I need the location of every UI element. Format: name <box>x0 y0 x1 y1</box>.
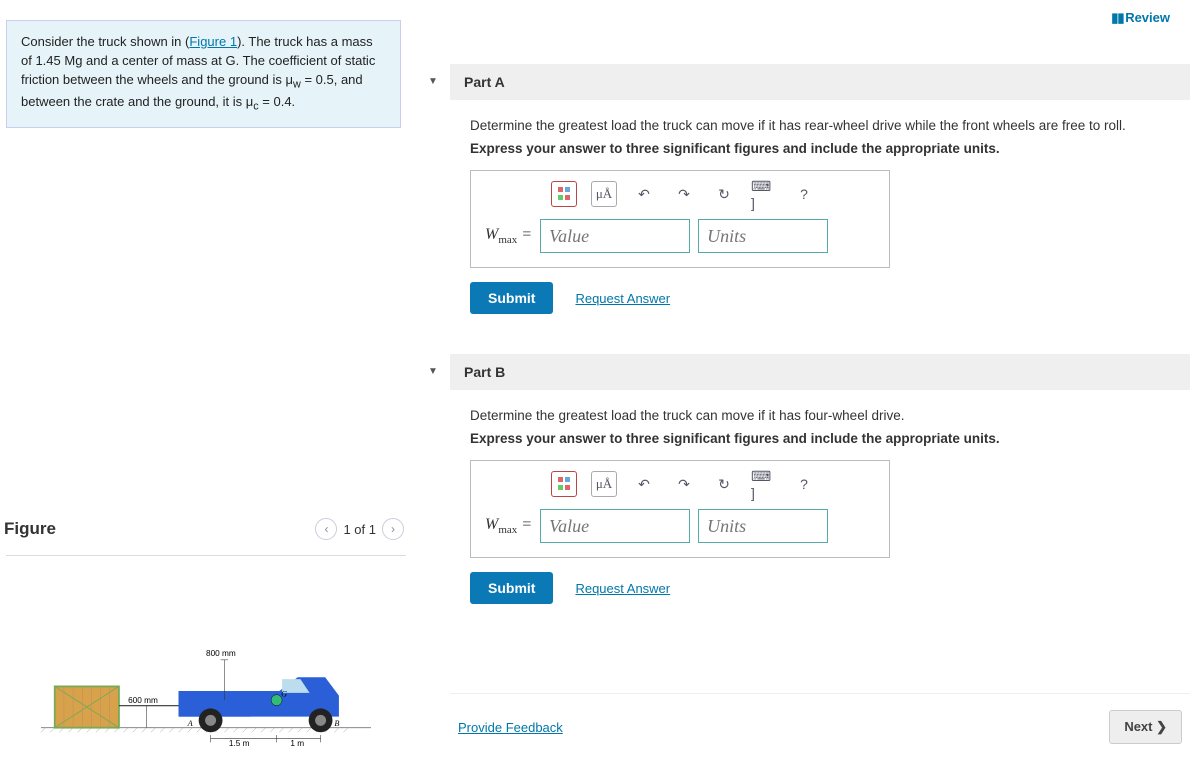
figure-page-label: 1 of 1 <box>343 522 376 537</box>
units-button[interactable]: μÅ <box>591 471 617 497</box>
figure-pager: ‹ 1 of 1 › <box>315 518 410 540</box>
part-b-submit-button[interactable]: Submit <box>470 572 553 604</box>
keyboard-button[interactable]: ⌨ ] <box>751 181 777 207</box>
part-a-units-input[interactable] <box>698 219 828 253</box>
part-b-entry-box: μÅ ↶ ↷ ↻ ⌨ ] ? Wmax = <box>470 460 890 558</box>
svg-text:A: A <box>187 719 194 728</box>
part-b-header[interactable]: ▼ Part B <box>450 354 1190 390</box>
caret-down-icon: ▼ <box>428 366 438 377</box>
redo-button[interactable]: ↷ <box>671 181 697 207</box>
figure-header: Figure ‹ 1 of 1 › <box>0 518 410 540</box>
part-b-value-input[interactable] <box>540 509 690 543</box>
part-a-entry-box: μÅ ↶ ↷ ↻ ⌨ ] ? Wmax = <box>470 170 890 268</box>
truck-diagram: G A B 800 mm 600 mm 1.5 m 1 m <box>26 636 386 746</box>
svg-text:G: G <box>281 690 287 699</box>
part-b: ▼ Part B Determine the greatest load the… <box>450 354 1190 604</box>
svg-text:B: B <box>334 719 339 728</box>
review-icon: ▮▮ <box>1111 10 1121 26</box>
part-b-prompt: Determine the greatest load the truck ca… <box>470 408 1190 423</box>
fraction-icon <box>555 475 573 493</box>
review-link[interactable]: ▮▮Review <box>1111 10 1170 26</box>
part-a-var-label: Wmax = <box>485 226 532 246</box>
caret-down-icon: ▼ <box>428 76 438 87</box>
next-button[interactable]: Next ❯ <box>1109 710 1182 744</box>
svg-text:800 mm: 800 mm <box>206 649 236 658</box>
svg-text:1.5 m: 1.5 m <box>229 739 250 746</box>
reset-button[interactable]: ↻ <box>711 181 737 207</box>
units-button[interactable]: μÅ <box>591 181 617 207</box>
keyboard-button[interactable]: ⌨ ] <box>751 471 777 497</box>
figure-body: G A B 800 mm 600 mm 1.5 m 1 m <box>6 555 406 755</box>
svg-text:600 mm: 600 mm <box>128 696 158 705</box>
part-a: ▼ Part A Determine the greatest load the… <box>450 64 1190 314</box>
part-b-var-label: Wmax = <box>485 516 532 536</box>
undo-button[interactable]: ↶ <box>631 471 657 497</box>
provide-feedback-link[interactable]: Provide Feedback <box>458 720 563 735</box>
fraction-button[interactable] <box>551 471 577 497</box>
figure-title: Figure <box>0 519 56 539</box>
part-b-units-input[interactable] <box>698 509 828 543</box>
part-a-submit-button[interactable]: Submit <box>470 282 553 314</box>
undo-button[interactable]: ↶ <box>631 181 657 207</box>
part-a-prompt: Determine the greatest load the truck ca… <box>470 118 1190 133</box>
fraction-button[interactable] <box>551 181 577 207</box>
part-b-request-answer[interactable]: Request Answer <box>575 581 670 596</box>
help-button[interactable]: ? <box>791 181 817 207</box>
part-a-request-answer[interactable]: Request Answer <box>575 291 670 306</box>
part-a-instructions: Express your answer to three significant… <box>470 141 1190 156</box>
svg-text:1 m: 1 m <box>290 739 304 746</box>
redo-button[interactable]: ↷ <box>671 471 697 497</box>
figure-next-button[interactable]: › <box>382 518 404 540</box>
problem-statement: Consider the truck shown in (Figure 1). … <box>6 20 401 128</box>
fraction-icon <box>555 185 573 203</box>
figure-prev-button[interactable]: ‹ <box>315 518 337 540</box>
part-a-value-input[interactable] <box>540 219 690 253</box>
help-button[interactable]: ? <box>791 471 817 497</box>
reset-button[interactable]: ↻ <box>711 471 737 497</box>
figure-link[interactable]: Figure 1 <box>189 34 237 49</box>
part-b-instructions: Express your answer to three significant… <box>470 431 1190 446</box>
part-a-header[interactable]: ▼ Part A <box>450 64 1190 100</box>
